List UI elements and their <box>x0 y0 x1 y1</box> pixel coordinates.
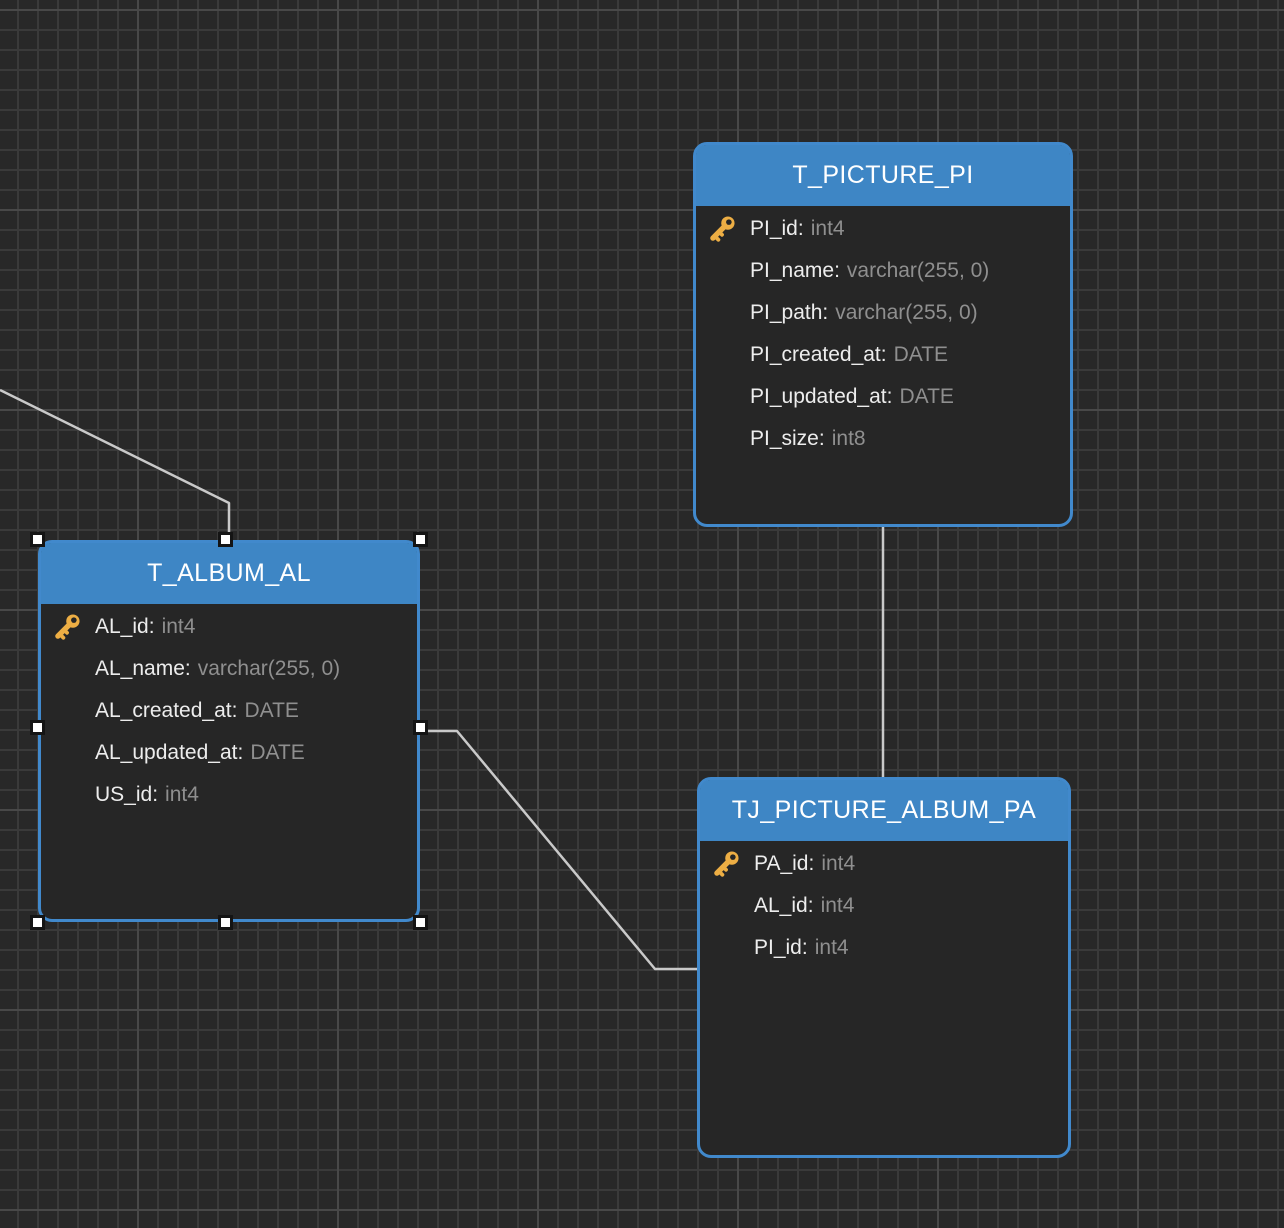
table-field-list: PI_id: int4 PI_name: varchar(255, 0) PI_… <box>696 206 1070 460</box>
field-colon: : <box>232 699 238 723</box>
field-name: US_id <box>95 783 152 807</box>
table-row[interactable]: AL_id: int4 <box>41 606 417 648</box>
field-type: DATE <box>899 385 953 409</box>
field-colon: : <box>822 301 828 325</box>
table-header[interactable]: T_ALBUM_AL <box>41 543 417 604</box>
table-row[interactable]: AL_created_at: DATE <box>41 690 417 732</box>
table-row[interactable]: AL_id: int4 <box>700 885 1068 927</box>
field-colon: : <box>802 936 808 960</box>
field-name: PI_updated_at <box>750 385 887 409</box>
relationship-wire-album-junction[interactable] <box>420 731 697 969</box>
diagram-canvas[interactable]: T_PICTURE_PI PI_id: int4 PI_name: <box>0 0 1284 1228</box>
primary-key-icon <box>52 612 82 642</box>
resize-handle-bottom-right[interactable] <box>413 915 428 930</box>
table-row[interactable]: PA_id: int4 <box>700 843 1068 885</box>
field-name: PI_created_at <box>750 343 881 367</box>
field-type: DATE <box>250 741 304 765</box>
resize-handle-middle-right[interactable] <box>413 720 428 735</box>
table-row[interactable]: AL_name: varchar(255, 0) <box>41 648 417 690</box>
field-type: int4 <box>165 783 199 807</box>
field-name: PI_name <box>750 259 834 283</box>
relationship-wire-album-offscreen[interactable] <box>0 390 229 540</box>
field-colon: : <box>185 657 191 681</box>
table-row[interactable]: PI_size: int8 <box>696 418 1070 460</box>
table-row[interactable]: US_id: int4 <box>41 774 417 816</box>
field-colon: : <box>152 783 158 807</box>
field-colon: : <box>834 259 840 283</box>
field-name: AL_id <box>95 615 149 639</box>
table-row[interactable]: PI_updated_at: DATE <box>696 376 1070 418</box>
table-tj-picture-album-pa[interactable]: TJ_PICTURE_ALBUM_PA PA_id: int4 AL_id: <box>697 777 1071 1158</box>
table-field-list: AL_id: int4 AL_name: varchar(255, 0) AL_… <box>41 604 417 816</box>
field-type: varchar(255, 0) <box>835 301 977 325</box>
field-type: DATE <box>894 343 948 367</box>
field-name: AL_id <box>754 894 808 918</box>
field-colon: : <box>887 385 893 409</box>
field-type: int4 <box>815 936 849 960</box>
field-type: varchar(255, 0) <box>847 259 989 283</box>
table-t-album-al[interactable]: T_ALBUM_AL AL_id: int4 AL_name: <box>38 540 420 922</box>
field-name: PA_id <box>754 852 808 876</box>
table-row[interactable]: PI_path: varchar(255, 0) <box>696 292 1070 334</box>
field-name: PI_size <box>750 427 819 451</box>
field-name: PI_id <box>750 217 798 241</box>
field-name: AL_created_at <box>95 699 232 723</box>
field-colon: : <box>798 217 804 241</box>
table-header[interactable]: TJ_PICTURE_ALBUM_PA <box>700 780 1068 841</box>
table-t-picture-pi[interactable]: T_PICTURE_PI PI_id: int4 PI_name: <box>693 142 1073 527</box>
table-title: T_ALBUM_AL <box>147 559 311 588</box>
resize-handle-bottom-left[interactable] <box>30 915 45 930</box>
table-header[interactable]: T_PICTURE_PI <box>696 145 1070 206</box>
field-name: PI_path <box>750 301 822 325</box>
field-type: int4 <box>811 217 845 241</box>
field-type: int8 <box>832 427 866 451</box>
field-colon: : <box>237 741 243 765</box>
resize-handle-top-center[interactable] <box>218 532 233 547</box>
resize-handle-top-right[interactable] <box>413 532 428 547</box>
field-name: AL_name <box>95 657 185 681</box>
field-colon: : <box>808 852 814 876</box>
table-row[interactable]: AL_updated_at: DATE <box>41 732 417 774</box>
field-type: int4 <box>162 615 196 639</box>
field-colon: : <box>149 615 155 639</box>
field-name: AL_updated_at <box>95 741 237 765</box>
field-type: int4 <box>821 852 855 876</box>
table-title: TJ_PICTURE_ALBUM_PA <box>732 796 1036 825</box>
field-type: int4 <box>821 894 855 918</box>
table-row[interactable]: PI_name: varchar(255, 0) <box>696 250 1070 292</box>
field-colon: : <box>819 427 825 451</box>
field-name: PI_id <box>754 936 802 960</box>
field-type: varchar(255, 0) <box>198 657 340 681</box>
field-colon: : <box>808 894 814 918</box>
table-row[interactable]: PI_created_at: DATE <box>696 334 1070 376</box>
resize-handle-middle-left[interactable] <box>30 720 45 735</box>
primary-key-icon <box>707 214 737 244</box>
field-type: DATE <box>244 699 298 723</box>
primary-key-icon <box>711 849 741 879</box>
table-row[interactable]: PI_id: int4 <box>696 208 1070 250</box>
resize-handle-bottom-center[interactable] <box>218 915 233 930</box>
table-row[interactable]: PI_id: int4 <box>700 927 1068 969</box>
field-colon: : <box>881 343 887 367</box>
resize-handle-top-left[interactable] <box>30 532 45 547</box>
table-title: T_PICTURE_PI <box>792 161 973 190</box>
table-field-list: PA_id: int4 AL_id: int4 PI_id: int4 <box>700 841 1068 969</box>
